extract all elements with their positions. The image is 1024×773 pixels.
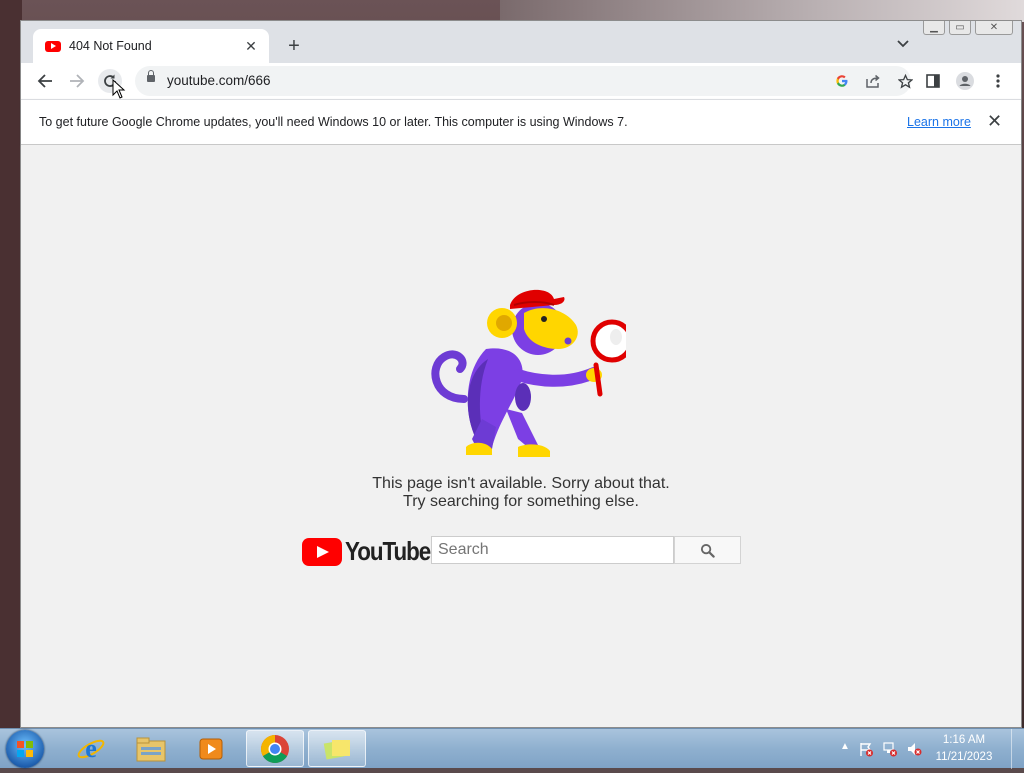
action-center-flag-icon[interactable] [858,741,874,757]
mouse-cursor-icon [112,79,126,99]
profile-icon [956,72,974,90]
new-tab-button[interactable]: + [283,35,305,57]
side-panel-button[interactable] [921,69,945,93]
taskbar-sticky-notes[interactable] [308,730,366,767]
windows-logo-icon [17,741,33,757]
tab-search-button[interactable] [897,35,909,51]
clock-time[interactable]: 1:16 AM [924,734,1004,746]
error-message-line1: This page isn't available. Sorry about t… [372,475,670,492]
sticky-notes-icon [323,739,350,759]
youtube-favicon-icon [45,40,61,52]
desktop-top-area [500,0,1024,22]
taskbar-google-chrome[interactable] [246,730,304,767]
side-panel-icon [926,74,940,88]
browser-toolbar: youtube.com/666 [21,63,1021,99]
youtube-logo-text: YouTube [345,536,431,566]
volume-muted-icon[interactable] [906,741,922,757]
taskbar-media-player[interactable] [182,730,240,767]
search-icon [700,543,715,558]
system-tray: ▲ 1:16 AM 11/21/2023 [834,729,1024,769]
forward-icon [70,74,85,88]
monkey-illustration [431,289,626,457]
page-content: This page isn't available. Sorry about t… [21,145,1021,727]
url-text[interactable]: youtube.com/666 [167,73,271,88]
taskbar-internet-explorer[interactable]: e [62,730,120,767]
tab-title: 404 Not Found [69,39,152,53]
infobar-close-button[interactable]: ✕ [987,111,1002,132]
lock-icon[interactable] [147,70,155,82]
internet-explorer-icon: e [77,734,105,763]
clock-date[interactable]: 11/21/2023 [924,751,1004,763]
chevron-down-icon [897,40,909,48]
minimize-button[interactable]: ▁ [923,21,945,35]
forward-button[interactable] [65,69,89,93]
address-bar[interactable]: youtube.com/666 [135,66,913,96]
network-icon[interactable] [882,741,898,757]
profile-button[interactable] [953,69,977,93]
desktop-strip [0,0,22,728]
error-message-line2: Try searching for something else. [403,493,639,510]
media-player-icon [199,738,223,759]
infobar-message: To get future Google Chrome updates, you… [39,115,628,129]
youtube-logo[interactable]: YouTube [302,536,444,567]
window-controls: ▁ ▭ ✕ [923,21,1013,35]
show-hidden-icons-button[interactable]: ▲ [840,741,850,752]
tab-close-button[interactable]: ✕ [243,38,259,55]
tab-404-not-found[interactable]: 404 Not Found ✕ [33,29,269,63]
update-infobar: To get future Google Chrome updates, you… [21,99,1021,145]
search-input[interactable] [431,536,674,564]
youtube-play-icon [302,537,342,566]
chrome-menu-button[interactable] [986,69,1010,93]
chrome-icon [261,734,289,763]
search-button[interactable] [674,536,741,564]
learn-more-link[interactable]: Learn more [907,115,971,129]
bookmark-star-icon[interactable] [895,71,915,91]
close-window-button[interactable]: ✕ [975,21,1013,35]
show-desktop-button[interactable] [1011,729,1024,769]
menu-icon [996,74,1000,88]
google-icon[interactable] [832,71,852,91]
chrome-window: ▁ ▭ ✕ 404 Not Found ✕ + youtube.com/666 [20,20,1022,728]
taskbar-windows-explorer[interactable] [122,730,180,767]
maximize-button[interactable]: ▭ [949,21,971,35]
back-icon [37,74,52,88]
back-button[interactable] [33,69,57,93]
folder-icon [136,737,166,761]
share-icon[interactable] [863,71,883,91]
windows-taskbar: e ▲ 1:16 AM 11/21/2023 [0,728,1024,769]
start-button[interactable] [6,730,44,768]
svg-text:e: e [85,734,97,763]
